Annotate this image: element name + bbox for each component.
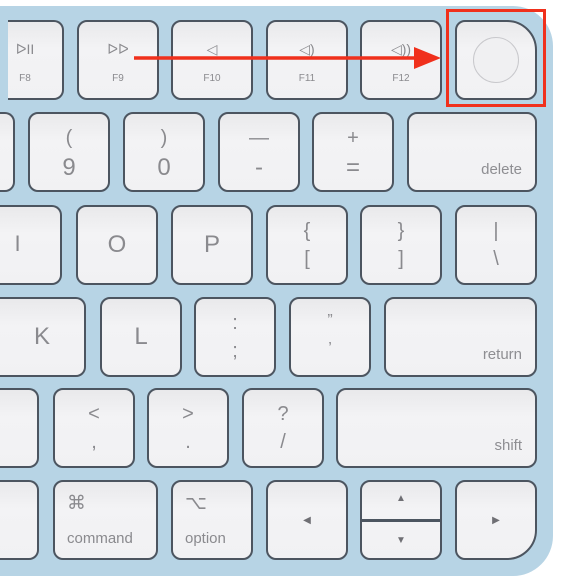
option-icon: ⌥	[185, 493, 207, 514]
key-delete[interactable]: delete	[407, 112, 537, 192]
highlight-box	[446, 9, 546, 107]
key-k[interactable]: K	[0, 297, 86, 377]
key-label: option	[185, 530, 226, 547]
key-f8[interactable]: ᐅII F8	[8, 20, 64, 100]
key-label: shift	[494, 437, 522, 454]
key-letter: L	[134, 323, 148, 350]
key-left-bracket[interactable]: { [	[266, 205, 348, 285]
shift-symbol: ?	[277, 403, 289, 425]
arrow-down-icon: ▼	[396, 535, 406, 546]
key-m-partial[interactable]	[0, 388, 39, 468]
key-command[interactable]: ⌘ command	[53, 480, 158, 560]
key-label: delete	[481, 161, 522, 178]
base-symbol: ]	[398, 248, 404, 270]
shift-symbol: —	[249, 127, 269, 149]
shift-symbol: }	[397, 220, 405, 242]
play-pause-icon: ᐅII	[15, 41, 35, 57]
callout-arrow	[134, 47, 441, 69]
key-arrow-up[interactable]: ▲	[362, 482, 440, 519]
base-symbol: /	[280, 431, 286, 453]
key-9[interactable]: ( 9	[28, 112, 110, 192]
key-p[interactable]: P	[171, 205, 253, 285]
key-o[interactable]: O	[76, 205, 158, 285]
key-arrow-down[interactable]: ▼	[362, 522, 440, 558]
base-symbol: ;	[232, 340, 238, 362]
key-semicolon[interactable]: : ;	[194, 297, 276, 377]
arrow-left-icon: ◀	[303, 515, 311, 526]
key-comma[interactable]: < ,	[53, 388, 135, 468]
key-minus[interactable]: — -	[218, 112, 300, 192]
key-label: return	[482, 346, 522, 363]
key-option[interactable]: ⌥ option	[171, 480, 253, 560]
key-arrow-left[interactable]: ◀	[266, 480, 348, 560]
base-symbol: .	[185, 431, 191, 453]
key-8-partial[interactable]	[0, 112, 15, 192]
key-letter: I	[14, 231, 21, 256]
key-right-bracket[interactable]: } ]	[360, 205, 442, 285]
key-letter: K	[33, 323, 50, 350]
base-symbol: [	[304, 248, 310, 270]
base-symbol: \	[493, 248, 499, 270]
base-symbol: =	[345, 154, 360, 181]
callout-arrow-head	[414, 47, 441, 69]
key-label: F8	[19, 73, 31, 84]
key-0[interactable]: ) 0	[123, 112, 205, 192]
key-equals[interactable]: + =	[312, 112, 394, 192]
key-quote[interactable]: ” ’	[289, 297, 371, 377]
key-label: F12	[392, 73, 410, 84]
shift-symbol: +	[347, 127, 359, 149]
command-icon: ⌘	[67, 493, 86, 514]
key-arrow-right[interactable]: ▶	[455, 480, 537, 560]
key-period[interactable]: > .	[147, 388, 229, 468]
key-shift[interactable]: shift	[336, 388, 537, 468]
base-symbol: -	[255, 154, 263, 181]
shift-symbol: ”	[327, 312, 333, 329]
shift-symbol: <	[88, 403, 100, 425]
key-l[interactable]: L	[100, 297, 182, 377]
base-symbol: 0	[157, 154, 171, 181]
shift-symbol: )	[160, 127, 168, 149]
arrow-up-icon: ▲	[396, 493, 406, 504]
shift-symbol: >	[182, 403, 194, 425]
arrow-right-icon: ▶	[492, 515, 500, 526]
key-i[interactable]: I	[0, 205, 62, 285]
base-symbol: ,	[91, 431, 97, 453]
shift-symbol: (	[65, 127, 73, 149]
base-symbol: ’	[328, 340, 332, 357]
key-label: F10	[203, 73, 221, 84]
key-backslash[interactable]: | \	[455, 205, 537, 285]
key-slash[interactable]: ? /	[242, 388, 324, 468]
base-symbol: 9	[62, 154, 76, 181]
key-label: F9	[112, 73, 124, 84]
key-arrow-up-down: ▲ ▼	[360, 480, 442, 560]
shift-symbol: {	[303, 220, 311, 242]
key-letter: P	[203, 231, 220, 258]
key-label: command	[67, 530, 133, 547]
shift-symbol: |	[493, 220, 499, 242]
key-letter: O	[107, 231, 127, 258]
key-label: F11	[298, 73, 316, 84]
key-space-partial[interactable]	[0, 480, 39, 560]
shift-symbol: :	[232, 312, 238, 334]
key-return[interactable]: return	[384, 297, 537, 377]
